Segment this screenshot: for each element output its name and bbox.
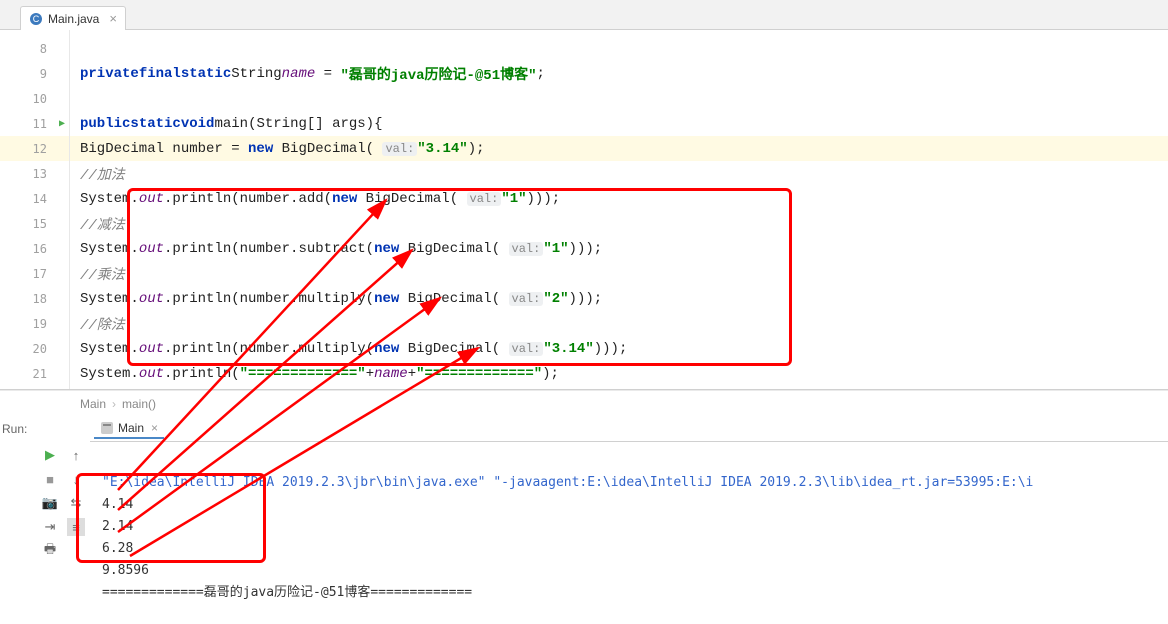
svg-text:C: C — [33, 14, 40, 24]
gutter-line[interactable]: 10 — [0, 86, 69, 111]
code-line-9: private final static String name = "磊哥的j… — [70, 61, 1168, 86]
gutter-line[interactable]: 17 — [0, 261, 69, 286]
console-line: 9.8596 — [102, 563, 149, 578]
up-icon[interactable]: ↑ — [67, 446, 85, 464]
gutter-line[interactable]: 16 — [0, 236, 69, 261]
gutter-line[interactable]: 18 — [0, 286, 69, 311]
breadcrumb[interactable]: Main › main() — [0, 390, 1168, 416]
rerun-icon[interactable]: ▶ — [41, 446, 59, 464]
code-line-15: //减法 — [70, 211, 1168, 236]
console-line: 6.28 — [102, 541, 133, 556]
gutter-line[interactable]: 19 — [0, 311, 69, 336]
gutter-line[interactable]: 20 — [0, 336, 69, 361]
console[interactable]: "E:\idea\IntelliJ IDEA 2019.2.3\jbr\bin\… — [90, 442, 1168, 624]
code-line-10 — [70, 86, 1168, 111]
gutter-line[interactable]: 21 — [0, 361, 69, 386]
console-line: =============磊哥的java历险记-@51博客===========… — [102, 585, 472, 600]
gutter-line[interactable]: 11▶ — [0, 111, 69, 136]
gutter-line[interactable]: 13 — [0, 161, 69, 186]
code-line-17: //乘法 — [70, 261, 1168, 286]
exit-icon[interactable]: ⇥ — [41, 518, 59, 536]
file-tab-label: Main.java — [48, 12, 99, 26]
gutter-line[interactable]: 15 — [0, 211, 69, 236]
code-line-11: public static void main(String[] args){ — [70, 111, 1168, 136]
run-gutter-icon[interactable]: ▶ — [59, 118, 65, 129]
code-line-14: System.out.println(number.add(new BigDec… — [70, 186, 1168, 211]
chevron-right-icon: › — [112, 397, 116, 411]
camera-icon[interactable]: 📷 — [41, 494, 59, 512]
close-icon[interactable]: × — [109, 11, 117, 26]
code-line-13: //加法 — [70, 161, 1168, 186]
editor-tabbar: C Main.java × — [0, 0, 1168, 30]
console-cmd: "E:\idea\IntelliJ IDEA 2019.2.3\jbr\bin\… — [102, 475, 1033, 490]
code-area[interactable]: private final static String name = "磊哥的j… — [70, 30, 1168, 389]
run-panel: Run: ▶ ■ 📷 ⇥ 🖶 ↑ ↓ ⇆ ≡ Main × "E:\idea\I… — [0, 416, 1168, 624]
gutter: 8 9 10 11▶ 12 13 14 15 16 17 18 19 20 21 — [0, 30, 70, 389]
console-line: 2.14 — [102, 519, 133, 534]
down-icon[interactable]: ↓ — [67, 470, 85, 488]
gutter-line[interactable]: 12 — [0, 136, 69, 161]
breadcrumb-class[interactable]: Main — [80, 397, 106, 411]
run-tab-main[interactable]: Main × — [94, 419, 164, 439]
run-tab-label: Main — [118, 421, 144, 435]
console-line: 4.14 — [102, 497, 133, 512]
print-icon[interactable]: 🖶 — [41, 542, 59, 560]
run-toolbar-2: ↑ ↓ ⇆ ≡ — [62, 416, 90, 624]
app-icon — [100, 421, 114, 435]
code-line-19: //除法 — [70, 311, 1168, 336]
scroll-end-icon[interactable]: ≡ — [67, 518, 85, 536]
close-icon[interactable]: × — [151, 421, 158, 435]
gutter-line[interactable]: 8 — [0, 36, 69, 61]
gutter-line[interactable]: 9 — [0, 61, 69, 86]
stop-icon[interactable]: ■ — [41, 470, 59, 488]
java-class-icon: C — [29, 12, 43, 26]
code-line-20: System.out.println(number.multiply(new B… — [70, 336, 1168, 361]
code-line-18: System.out.println(number.multiply(new B… — [70, 286, 1168, 311]
code-line-16: System.out.println(number.subtract(new B… — [70, 236, 1168, 261]
file-tab-main[interactable]: C Main.java × — [20, 6, 126, 30]
editor: 8 9 10 11▶ 12 13 14 15 16 17 18 19 20 21… — [0, 30, 1168, 390]
run-tabs: Main × — [90, 416, 1168, 442]
gutter-line[interactable]: 14 — [0, 186, 69, 211]
run-toolbar-1: ▶ ■ 📷 ⇥ 🖶 — [38, 416, 62, 624]
breadcrumb-method[interactable]: main() — [122, 397, 156, 411]
code-line-21: System.out.println("============="+name+… — [70, 361, 1168, 386]
soft-wrap-icon[interactable]: ⇆ — [67, 494, 85, 512]
code-line-8 — [70, 36, 1168, 61]
run-body: Main × "E:\idea\IntelliJ IDEA 2019.2.3\j… — [90, 416, 1168, 624]
code-line-12: BigDecimal number = new BigDecimal( val:… — [70, 136, 1168, 161]
run-panel-label: Run: — [0, 416, 38, 624]
